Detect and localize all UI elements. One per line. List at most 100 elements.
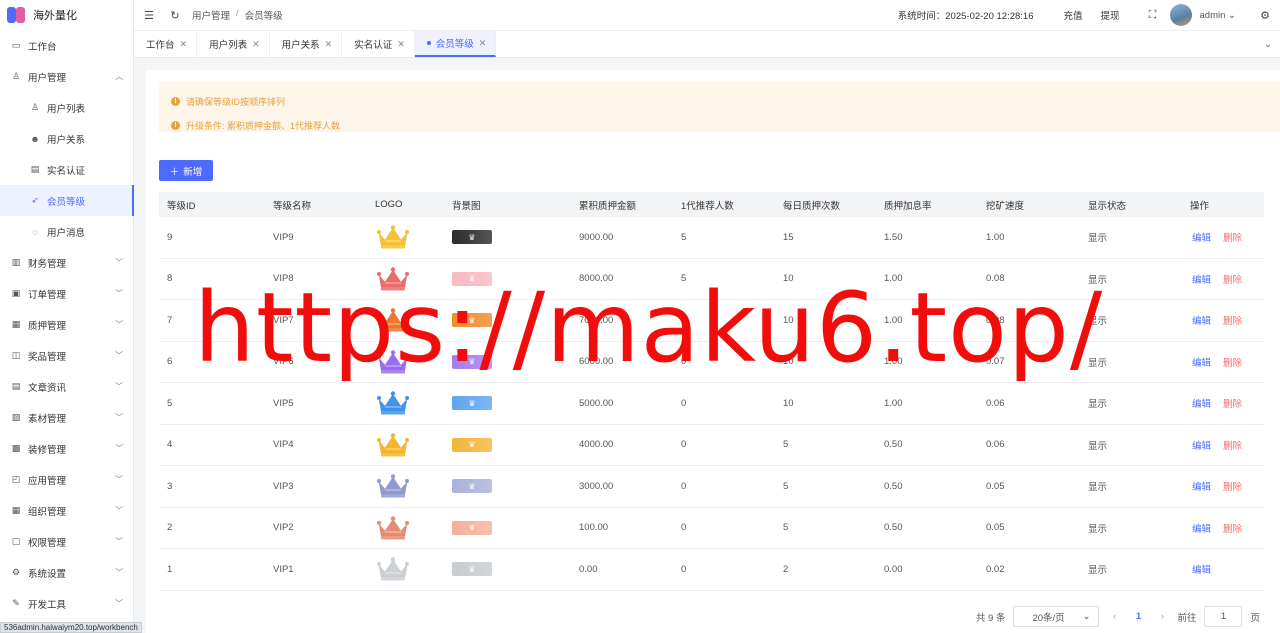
edit-link[interactable]: 编辑 (1192, 479, 1211, 493)
refresh-icon[interactable]: ↻ (164, 9, 186, 22)
column-header: 操作 (1190, 200, 1210, 212)
settings-icon[interactable]: ⚙ (1254, 9, 1276, 22)
display-status: 显示 (1088, 316, 1108, 328)
notice-box: ! 请确保等级ID按顺序排列 ! 升级条件: 累积质押金额、1代推荐人数 (159, 82, 1280, 132)
add-button[interactable]: ＋ 新增 (159, 160, 213, 181)
plus-icon: ＋ (169, 166, 180, 178)
sidebar-item[interactable]: ✎ 开发工具 ﹀ (0, 588, 133, 619)
close-icon[interactable]: ✕ (479, 38, 487, 49)
tab[interactable]: 实名认证 ✕ (342, 31, 415, 57)
sidebar-item[interactable]: ▭ 工作台 (0, 30, 133, 61)
column-header: 每日质押次数 (783, 200, 841, 212)
sidebar-item[interactable]: ▦ 质押管理 ﹀ (0, 309, 133, 340)
tab[interactable]: 会员等级 ✕ (414, 31, 497, 57)
level-name: VIP7 (273, 314, 294, 326)
column-header: 质押加息率 (884, 200, 932, 212)
edit-link[interactable]: 编辑 (1192, 438, 1211, 452)
delete-link[interactable]: 删除 (1223, 396, 1242, 410)
page-number[interactable]: 1 (1129, 611, 1147, 622)
delete-link[interactable]: 删除 (1223, 438, 1242, 452)
table-row: 2 VIP2 ♛ 100.00 0 5 0.50 0.05 显示 编辑 删除 (159, 508, 1264, 549)
sidebar-item[interactable]: ▨ 素材管理 ﹀ (0, 402, 133, 433)
sidebar-item-label: 实名认证 (47, 165, 86, 177)
user-menu[interactable]: admin ⌄ (1200, 10, 1236, 21)
fullscreen-icon[interactable]: ⛶ (1142, 9, 1164, 22)
goto-page-input[interactable]: 1 (1204, 606, 1243, 627)
sidebar-item[interactable]: ▦ 组织管理 ﹀ (0, 495, 133, 526)
sidebar-item[interactable]: ◰ 应用管理 ﹀ (0, 464, 133, 495)
close-icon[interactable]: ✕ (252, 39, 260, 50)
sidebar-item[interactable]: ☻ 用户关系 (0, 123, 133, 154)
sidebar-item-label: 开发工具 (28, 599, 67, 611)
level-id: 6 (167, 356, 173, 368)
sidebar-item[interactable]: ♙ 用户列表 (0, 92, 133, 123)
sidebar-item[interactable]: ▥ 财务管理 ﹀ (0, 247, 133, 278)
column-header: 累积质押金额 (579, 200, 637, 212)
sidebar-item-label: 用户消息 (47, 227, 86, 239)
building-icon: ▦ (11, 505, 21, 515)
edit-link[interactable]: 编辑 (1192, 313, 1211, 327)
delete-link[interactable]: 删除 (1223, 272, 1242, 286)
page-size-select[interactable]: 20条/页 ⌄ (1013, 606, 1100, 627)
sidebar-item[interactable]: ▩ 装修管理 ﹀ (0, 433, 133, 464)
pledge-rate: 0.50 (884, 522, 903, 534)
image-icon: ▨ (11, 412, 21, 422)
sidebar-item[interactable]: ⚙ 系统设置 ﹀ (0, 557, 133, 588)
mining-speed: 0.06 (986, 439, 1005, 451)
edit-link[interactable]: 编辑 (1192, 562, 1211, 576)
sidebar-item[interactable]: ◫ 奖品管理 ﹀ (0, 340, 133, 371)
delete-link[interactable]: 删除 (1223, 479, 1242, 493)
sidebar-item[interactable]: ◌ 用户消息 (0, 216, 133, 247)
table-header: 等级ID 等级名称 LOGO 背景图 累积质押金额 1代推荐人数 每日质押次数 质押加息率 挖矿… (159, 192, 1264, 217)
avatar[interactable] (1169, 4, 1192, 26)
edit-link[interactable]: 编辑 (1192, 396, 1211, 410)
sidebar-item[interactable]: ▣ 订单管理 ﹀ (0, 278, 133, 309)
delete-link[interactable]: 删除 (1223, 521, 1242, 535)
edit-link[interactable]: 编辑 (1192, 355, 1211, 369)
close-icon[interactable]: ✕ (180, 39, 188, 50)
sidebar-item[interactable]: ▤ 文章资讯 ﹀ (0, 371, 133, 402)
recharge-button[interactable]: 充值 (1063, 8, 1082, 22)
mining-speed: 1.00 (986, 231, 1005, 243)
logo-cell (367, 307, 444, 333)
brand[interactable]: 海外量化 (0, 0, 133, 30)
sidebar-item[interactable]: ➶ 会员等级 (0, 185, 134, 216)
tab[interactable]: 用户列表 ✕ (197, 31, 270, 57)
delete-link[interactable]: 删除 (1223, 230, 1242, 244)
daily-pledge-count: 10 (783, 397, 794, 409)
chevron-down-icon[interactable]: ⌄ (1256, 31, 1280, 57)
status-bar-url: 536admin.haiwaiym20.top/workbench (0, 622, 142, 633)
warning-icon: ! (171, 120, 180, 130)
edit-link[interactable]: 编辑 (1192, 230, 1211, 244)
edit-link[interactable]: 编辑 (1192, 272, 1211, 286)
tab[interactable]: 工作台 ✕ (134, 31, 198, 57)
delete-link[interactable]: 删除 (1223, 313, 1242, 327)
logo-cell (367, 432, 444, 458)
level-id: 3 (167, 480, 173, 492)
sidebar: 海外量化 ▭ 工作台 ♙ 用户管理 ︿ ♙ 用户列表 ☻ 用户关系 ▤ 实名认证 ➶ 会员等级 ◌ 用户消息… (0, 0, 134, 633)
sidebar-item[interactable]: ▤ 实名认证 (0, 154, 133, 185)
level-id: 9 (167, 231, 173, 243)
sidebar-item[interactable]: ▢ 权限管理 ﹀ (0, 526, 133, 557)
crown-logo-icon (377, 433, 409, 457)
level-name: VIP5 (273, 397, 294, 409)
next-page-icon[interactable]: › (1155, 611, 1169, 622)
edit-link[interactable]: 编辑 (1192, 521, 1211, 535)
tab[interactable]: 用户关系 ✕ (270, 31, 343, 57)
referral-count: 0 (681, 439, 687, 451)
menu-fold-icon[interactable]: ☰ (138, 9, 160, 22)
chevron-up-icon: ︿ (115, 72, 123, 81)
close-icon[interactable]: ✕ (325, 39, 333, 50)
crown-logo-icon (377, 474, 409, 498)
column-header: 1代推荐人数 (681, 200, 734, 212)
sidebar-item[interactable]: ♙ 用户管理 ︿ (0, 61, 133, 92)
crown-logo-icon (377, 391, 409, 415)
withdraw-button[interactable]: 提现 (1101, 8, 1120, 22)
background-cell: ♛ (444, 479, 571, 494)
breadcrumb-item[interactable]: 用户管理 (192, 8, 230, 22)
delete-link[interactable]: 删除 (1223, 355, 1242, 369)
breadcrumb-item: 会员等级 (244, 11, 283, 22)
prev-page-icon[interactable]: ‹ (1107, 611, 1121, 622)
actions-cell: 编辑 删除 (1182, 479, 1264, 493)
close-icon[interactable]: ✕ (397, 39, 405, 50)
